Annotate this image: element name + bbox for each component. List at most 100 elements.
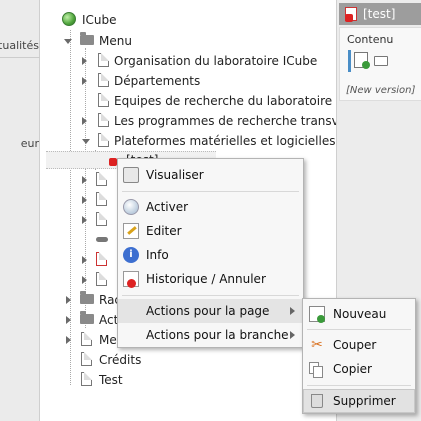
content-label: Contenu [347, 33, 394, 46]
module-item-editeur[interactable]: eur [0, 135, 40, 155]
tree-node-label: Me [99, 333, 117, 347]
menu-item-label: Editer [146, 224, 182, 238]
expand-arrow-icon[interactable] [82, 256, 87, 264]
collapse-arrow-icon[interactable] [64, 39, 72, 44]
page-hidden-icon [96, 252, 107, 266]
globe-icon [62, 12, 76, 26]
tree-node-page[interactable]: Crédits [64, 351, 184, 369]
menu-item-info[interactable]: i Info [118, 243, 303, 267]
tree-node-folder[interactable]: Rac [64, 291, 124, 309]
folder-icon[interactable] [374, 56, 388, 66]
menu-item-actions-page[interactable]: Actions pour la page [118, 299, 303, 323]
expand-arrow-icon[interactable] [66, 316, 71, 324]
expand-arrow-icon[interactable] [82, 77, 87, 85]
selection-bar [348, 50, 351, 72]
menu-item-historique[interactable]: Historique / Annuler [118, 267, 303, 291]
menu-item-actions-branche[interactable]: Actions pour la branche [118, 323, 303, 347]
tree-node-label: Act [99, 313, 119, 327]
menu-item-label: Activer [146, 200, 189, 214]
tree-node-menu[interactable]: Menu [64, 32, 184, 50]
link-icon [96, 237, 108, 242]
submenu-arrow-icon [290, 307, 295, 315]
info-icon: i [123, 247, 139, 263]
menu-item-editer[interactable]: Editer [118, 219, 303, 243]
menu-item-visualiser[interactable]: Visualiser [118, 163, 303, 187]
page-icon [96, 272, 107, 286]
module-item-label: tualités [0, 39, 39, 52]
tree-node-page[interactable] [82, 271, 122, 289]
page-status-icon [109, 158, 117, 166]
tree-node-page[interactable]: Test [64, 371, 184, 389]
menu-item-label: Visualiser [146, 168, 204, 182]
submenu-item-nouveau[interactable]: Nouveau [303, 302, 415, 326]
tree-node-label: Les programmes de recherche transve [114, 114, 336, 128]
scissors-icon: ✂ [311, 337, 323, 353]
panel-header[interactable]: [test] [339, 3, 421, 25]
tree-node-page[interactable]: Me [64, 331, 124, 349]
lightbulb-icon [123, 199, 139, 215]
trash-icon [311, 394, 323, 408]
page-icon [98, 93, 109, 107]
expand-arrow-icon[interactable] [66, 296, 71, 304]
tree-node-page[interactable]: Plateformes matérielles et logicielles [82, 132, 336, 150]
content-box: Contenu [New version] [339, 27, 421, 101]
expand-arrow-icon[interactable] [82, 117, 87, 125]
tree-node-label: Test [99, 373, 123, 387]
menu-item-label: Actions pour la page [146, 304, 270, 318]
module-item-actualites[interactable]: tualités [0, 36, 40, 58]
view-page-icon [123, 167, 139, 183]
tree-node-label: Organisation du laboratoire ICube [114, 54, 318, 68]
expand-arrow-icon[interactable] [82, 196, 87, 204]
submenu-item-copier[interactable]: Copier [303, 357, 415, 381]
submenu-arrow-icon [290, 331, 295, 339]
tree-node-page[interactable] [82, 251, 122, 269]
tree-node-page[interactable]: Les programmes de recherche transve [82, 112, 336, 130]
folder-open-icon [80, 32, 94, 45]
menu-item-label: Actions pour la branche [146, 328, 289, 342]
tree-node-page[interactable]: Départements [82, 72, 336, 90]
menu-item-label: Copier [333, 362, 372, 376]
submenu: Nouveau ✂ Couper Copier Supprimer [302, 298, 416, 414]
expand-arrow-icon[interactable] [66, 336, 71, 344]
menu-item-label: Nouveau [333, 307, 387, 321]
page-icon [98, 53, 109, 67]
page-shortcut-icon [96, 212, 107, 226]
submenu-item-supprimer[interactable]: Supprimer [303, 389, 415, 413]
page-shortcut-icon [96, 192, 107, 206]
expand-arrow-icon[interactable] [82, 276, 87, 284]
submenu-item-couper[interactable]: ✂ Couper [303, 333, 415, 357]
page-icon [96, 172, 107, 186]
expand-arrow-icon[interactable] [82, 57, 87, 65]
tree-node-page[interactable] [82, 171, 122, 189]
menu-item-activer[interactable]: Activer [118, 195, 303, 219]
menu-item-label: Info [146, 248, 169, 262]
page-icon [98, 73, 109, 87]
new-version-label[interactable]: [New version] [346, 85, 415, 96]
page-icon [98, 113, 109, 127]
collapse-arrow-icon[interactable] [82, 139, 90, 144]
page-icon [81, 352, 92, 366]
tree-node-link[interactable] [82, 231, 122, 249]
tree-node-page[interactable]: Organisation du laboratoire ICube [82, 52, 336, 70]
folder-icon [80, 291, 94, 304]
tree-node-label: Crédits [99, 353, 142, 367]
menu-item-label: Couper [333, 338, 377, 352]
folder-icon [80, 311, 94, 324]
copy-icon-front [313, 366, 323, 378]
add-badge-icon [362, 61, 370, 69]
menu-item-label: Supprimer [333, 394, 396, 408]
tree-node-folder[interactable]: Act [64, 311, 124, 329]
page-icon [98, 133, 109, 147]
tree-node-page[interactable] [82, 211, 122, 229]
tree-node-page[interactable] [82, 191, 122, 209]
history-clock-icon [127, 279, 136, 288]
add-badge-icon [317, 315, 325, 323]
panel-header-label: [test] [363, 7, 396, 21]
expand-arrow-icon[interactable] [82, 176, 87, 184]
tree-node-label: Menu [99, 34, 132, 48]
tree-node-page[interactable]: Equipes de recherche du laboratoire I [82, 92, 336, 110]
tree-node-root[interactable]: ICube [62, 11, 182, 29]
context-menu: Visualiser Activer Editer i Info Histori… [117, 158, 304, 348]
tree-node-label: Départements [114, 74, 201, 88]
expand-arrow-icon[interactable] [82, 216, 87, 224]
